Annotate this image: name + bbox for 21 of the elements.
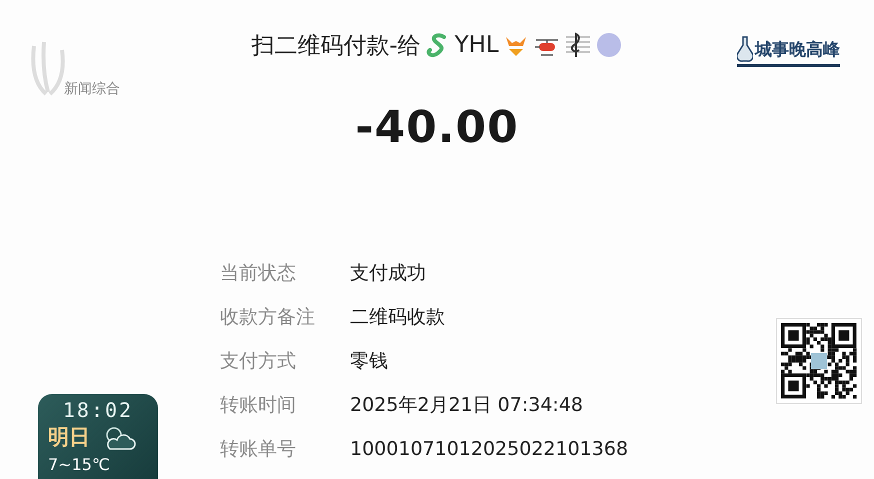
detail-value: 10001071012025022101368 [350,437,630,462]
detail-label: 转账时间 [220,393,297,418]
detail-label: 转账单号 [220,437,297,462]
detail-value: 二维码收款 [350,305,446,330]
detail-label: 支付方式 [220,349,297,374]
flask-icon [737,36,753,62]
detail-label: 当前状态 [220,261,297,286]
temperature-range: 7~15℃ [48,454,111,475]
payee-name: YHL [454,32,499,58]
detail-label: 收款方备注 [220,305,316,330]
detail-value: 支付成功 [350,261,427,286]
payment-amount: -40.00 [355,102,519,153]
weather-day: 明日 [48,423,100,455]
detail-value: 2025年2月21日 07:34:48 [350,393,584,418]
payment-title: 扫二维码付款-给 [251,32,421,60]
channel-logo: 新闻综合 [64,80,120,98]
music-staff-icon [564,31,592,59]
program-logo: 城事晚高峰 [755,38,840,60]
moon-icon [594,31,623,59]
clock-time: 18:02 [62,398,134,424]
detail-value: 零钱 [350,349,389,374]
